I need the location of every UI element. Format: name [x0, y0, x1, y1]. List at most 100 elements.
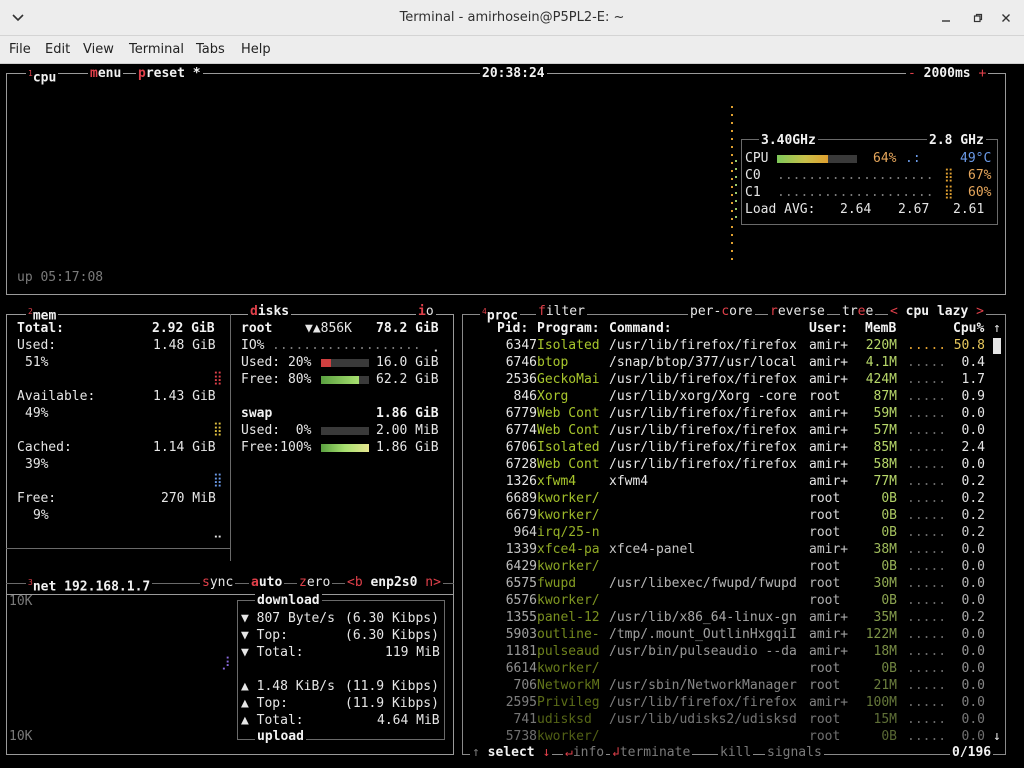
- terminal-area[interactable]: 1cpu menu preset * 20:38:24 - 2000ms + u…: [0, 64, 1024, 768]
- table-row[interactable]: 706 NetworkM/usr/sbin/NetworkManager root 2…: [462, 677, 1002, 694]
- proc-terminate-button[interactable]: ↲terminate: [610, 745, 693, 760]
- cell-cpu: 0.0: [961, 559, 985, 574]
- menu-terminal[interactable]: Terminal: [129, 42, 184, 57]
- proc-filter-button[interactable]: filter: [536, 304, 587, 319]
- menu-view[interactable]: View: [83, 42, 114, 57]
- table-row[interactable]: 1339 xfce4-pa xfce4-panel amir+ 38M 0.0.....: [462, 541, 1002, 558]
- cell-cpu-graph: .....: [907, 355, 947, 370]
- table-row[interactable]: 6774 Web Cont/usr/lib/firefox/firefox amir…: [462, 422, 1002, 439]
- table-row[interactable]: 6779 Web Cont/usr/lib/firefox/firefox amir…: [462, 405, 1002, 422]
- cpu-total-meter: [777, 155, 857, 163]
- col-program[interactable]: Program:: [537, 320, 600, 337]
- io-toggle[interactable]: io: [416, 304, 436, 319]
- net-auto-toggle[interactable]: auto: [249, 575, 285, 590]
- net-iface-selector[interactable]: <b enp2s0 n>: [345, 575, 443, 590]
- cell-cpu: 0.2: [961, 508, 985, 523]
- cell-user: amir+: [809, 423, 849, 438]
- restore-icon[interactable]: [966, 6, 990, 30]
- table-row[interactable]: 6746 btop/snap/btop/377/usr/local amir+ 4.1…: [462, 354, 1002, 371]
- cell-cpu: 0.0: [961, 678, 985, 693]
- cell-cpu: 0.2: [961, 525, 985, 540]
- table-row[interactable]: 6728 Web Cont/usr/lib/firefox/firefox amir…: [462, 456, 1002, 473]
- ul-rate: ▲ 1.48 KiB/s: [241, 679, 335, 694]
- interval-control[interactable]: - 2000ms +: [906, 66, 989, 81]
- core0-pct: 67%: [968, 168, 992, 183]
- table-row[interactable]: 6576 kworker/root 0B 0.0.....: [462, 592, 1002, 609]
- col-user[interactable]: User:: [809, 320, 848, 337]
- proc-reverse-toggle[interactable]: reverse: [768, 304, 827, 319]
- proc-signals-button[interactable]: signals: [765, 745, 824, 760]
- cell-cpu: 0.2: [961, 474, 985, 489]
- swap-used-meter: [321, 427, 369, 435]
- cell-command: /usr/lib/firefox/firefox: [609, 372, 797, 387]
- cell-cpu-graph: .....: [907, 729, 947, 744]
- menu-edit[interactable]: Edit: [45, 42, 70, 57]
- cell-pid: 706: [513, 678, 537, 693]
- table-row[interactable]: 6575 fwupd/usr/libexec/fwupd/fwupd root 30M…: [462, 575, 1002, 592]
- cell-cpu-graph: .....: [907, 474, 947, 489]
- swap-free-meter: [321, 444, 369, 452]
- proc-kill-button[interactable]: kill: [718, 745, 754, 760]
- cell-cpu: 0.0: [961, 576, 985, 591]
- cell-user: amir+: [809, 644, 849, 659]
- core0-spark: ⣿: [944, 168, 954, 183]
- table-row[interactable]: 964 irq/25-n root 0B 0.2.....: [462, 524, 1002, 541]
- cpu-preset-button[interactable]: preset *: [136, 66, 203, 81]
- mem-cached-graph: ⣿: [213, 473, 223, 488]
- cpu-total-pct: 64%: [873, 151, 897, 166]
- minimize-icon[interactable]: [934, 6, 958, 30]
- net-sync-toggle[interactable]: sync: [200, 575, 236, 590]
- table-row[interactable]: 741 udisksd/usr/lib/udisks2/udisksd root 15…: [462, 711, 1002, 728]
- proc-tree-toggle[interactable]: tree: [840, 304, 876, 319]
- disk-io-graph: ...................: [272, 338, 421, 353]
- ul-top: ▲ Top:: [241, 696, 288, 711]
- cpu-menu-button[interactable]: menu: [88, 66, 124, 81]
- mem-bottom-divider: [6, 548, 230, 549]
- table-row[interactable]: 1355 panel-12/usr/lib/x86_64-linux-gn amir…: [462, 609, 1002, 626]
- table-row[interactable]: 6429 kworker/root 0B 0.0.....: [462, 558, 1002, 575]
- net-download-label: download: [255, 593, 322, 608]
- proc-per-core-toggle[interactable]: per-core: [688, 304, 755, 319]
- ul-total-value: 4.64 MiB: [377, 713, 440, 728]
- table-row[interactable]: 6689 kworker/root 0B 0.2.....: [462, 490, 1002, 507]
- close-icon[interactable]: [994, 6, 1018, 30]
- cell-pid: 2536: [505, 372, 537, 387]
- table-row[interactable]: 6679 kworker/root 0B 0.2.....: [462, 507, 1002, 524]
- menu-file[interactable]: File: [9, 42, 31, 57]
- mem-cached-label: Cached:: [17, 440, 72, 455]
- table-row[interactable]: 6614 kworker/root 0B 0.0.....: [462, 660, 1002, 677]
- table-row[interactable]: 6347 Isolated/usr/lib/firefox/firefox amir…: [462, 337, 1002, 354]
- disks-tab[interactable]: disks: [248, 304, 292, 319]
- table-row[interactable]: 2595 Privileg/usr/lib/firefox/firefox amir…: [462, 694, 1002, 711]
- col-command[interactable]: Command:: [609, 320, 672, 337]
- cell-cpu-graph: .....: [907, 508, 947, 523]
- cell-command: /usr/lib/firefox/firefox: [609, 406, 797, 421]
- process-list[interactable]: 6347 Isolated/usr/lib/firefox/firefox amir…: [462, 337, 992, 745]
- table-row[interactable]: 5903 outline- /tmp/.mount_OutlinHxgqiI amir…: [462, 626, 1002, 643]
- table-row[interactable]: 5738 kworker/root 0B 0.0.....: [462, 728, 1002, 745]
- cell-cpu: 0.2: [961, 491, 985, 506]
- table-row[interactable]: 2536 GeckoMai/usr/lib/firefox/firefox amir…: [462, 371, 1002, 388]
- proc-sort-selector[interactable]: < cpu lazy >: [888, 304, 986, 319]
- table-row[interactable]: 1181 pulseaud/usr/bin/pulseaudio --da amir…: [462, 643, 1002, 660]
- cpu-tab[interactable]: 1cpu: [26, 66, 59, 86]
- col-mem[interactable]: MemB: [865, 320, 896, 337]
- cpu-freq-left: 3.40GHz: [759, 133, 818, 148]
- cell-program: btop: [537, 355, 569, 370]
- col-pid[interactable]: Pid:: [497, 320, 528, 337]
- menu-help[interactable]: Help: [241, 42, 271, 57]
- col-cpu[interactable]: Cpu%: [953, 320, 984, 337]
- proc-select-hint[interactable]: ↑ select ↓: [470, 745, 553, 760]
- table-row[interactable]: 1326 xfwm4 xfwm4 amir+ 77M 0.2.....: [462, 473, 1002, 490]
- menu-tabs[interactable]: Tabs: [196, 42, 225, 57]
- cell-cpu-graph: .....: [907, 440, 947, 455]
- cell-pid: 5903: [505, 627, 537, 642]
- table-row[interactable]: 846 Xorg/usr/lib/xorg/Xorg -core root 87M 0.…: [462, 388, 1002, 405]
- cell-command: xfwm4: [609, 474, 649, 489]
- net-zero-toggle[interactable]: zero: [297, 575, 333, 590]
- disk-root-total: 78.2 GiB: [376, 321, 439, 336]
- scroll-up-icon[interactable]: ↑: [993, 320, 1001, 337]
- net-tab[interactable]: 3net 192.168.1.7: [26, 575, 153, 595]
- proc-info-button[interactable]: ↵info: [563, 745, 607, 760]
- table-row[interactable]: 6706 Isolated/usr/lib/firefox/firefox amir…: [462, 439, 1002, 456]
